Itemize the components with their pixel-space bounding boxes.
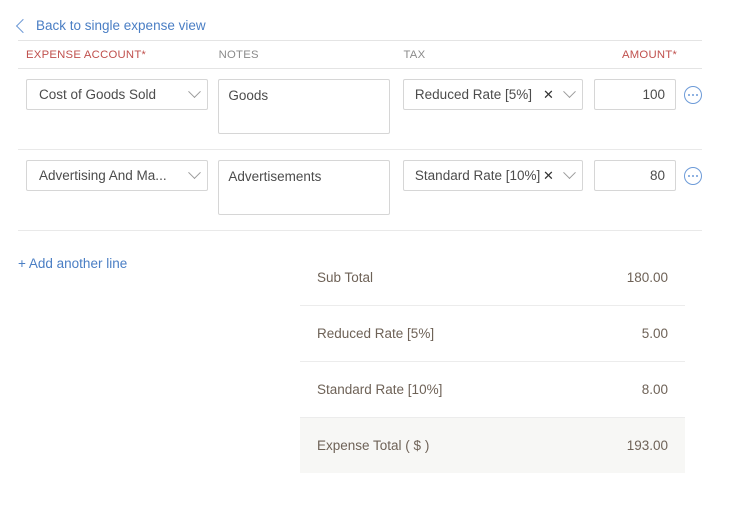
back-bar: Back to single expense view	[0, 0, 744, 26]
total-label: Reduced Rate [5%]	[317, 326, 434, 341]
totals-panel: Sub Total 180.00 Reduced Rate [5%] 5.00 …	[300, 249, 685, 473]
column-header-tax: TAX	[403, 49, 586, 61]
tax-select[interactable]: Reduced Rate [5%] ✕	[403, 79, 583, 110]
required-marker: *	[672, 49, 677, 61]
total-value: 180.00	[627, 270, 668, 285]
tax-select[interactable]: Standard Rate [10%] ✕	[403, 160, 583, 191]
row-options-cell	[676, 79, 702, 104]
column-header-amount: AMOUNT*	[586, 49, 677, 61]
amount-cell	[586, 79, 676, 110]
column-header-notes: NOTES	[219, 49, 404, 61]
total-label: Standard Rate [10%]	[317, 382, 442, 397]
total-value: 5.00	[642, 326, 668, 341]
table-row: Advertising And Ma... Standard Rate [10%…	[18, 150, 702, 230]
back-link-label: Back to single expense view	[36, 19, 206, 33]
expense-account-value: Cost of Goods Sold	[39, 87, 184, 102]
tax-value: Standard Rate [10%]	[415, 168, 541, 183]
column-header-expense-account: EXPENSE ACCOUNT*	[18, 49, 219, 61]
notes-input[interactable]	[218, 160, 390, 215]
total-row-standard-rate: Standard Rate [10%] 8.00	[300, 361, 685, 417]
chevron-left-icon	[16, 19, 30, 33]
amount-input[interactable]	[594, 79, 676, 110]
total-value: 193.00	[627, 438, 668, 453]
chevron-down-icon	[563, 85, 576, 98]
total-label: Sub Total	[317, 270, 373, 285]
required-marker: *	[142, 49, 147, 61]
tax-value: Reduced Rate [5%]	[415, 87, 541, 102]
amount-input[interactable]	[594, 160, 676, 191]
total-row-expense-total: Expense Total ( $ ) 193.00	[300, 417, 685, 473]
add-another-line-button[interactable]: + Add another line	[18, 256, 127, 271]
chevron-down-icon	[188, 85, 201, 98]
expense-account-cell: Advertising And Ma...	[18, 160, 218, 191]
notes-input[interactable]	[218, 79, 390, 134]
row-options-cell	[676, 160, 702, 185]
notes-cell	[218, 160, 403, 220]
expense-account-cell: Cost of Goods Sold	[18, 79, 218, 110]
total-row-sub-total: Sub Total 180.00	[300, 249, 685, 305]
table-header-row: EXPENSE ACCOUNT* NOTES TAX AMOUNT*	[18, 41, 702, 68]
close-icon[interactable]: ✕	[543, 88, 554, 101]
tax-cell: Reduced Rate [5%] ✕	[403, 79, 586, 110]
more-options-icon[interactable]	[684, 86, 702, 104]
amount-cell	[586, 160, 676, 191]
close-icon[interactable]: ✕	[543, 169, 554, 182]
chevron-down-icon	[188, 166, 201, 179]
total-value: 8.00	[642, 382, 668, 397]
total-row-reduced-rate: Reduced Rate [5%] 5.00	[300, 305, 685, 361]
chevron-down-icon	[563, 166, 576, 179]
more-options-icon[interactable]	[684, 167, 702, 185]
total-label: Expense Total ( $ )	[317, 438, 429, 453]
expense-account-select[interactable]: Cost of Goods Sold	[26, 79, 208, 110]
line-items-table: EXPENSE ACCOUNT* NOTES TAX AMOUNT* Cost …	[18, 40, 702, 231]
expense-account-select[interactable]: Advertising And Ma...	[26, 160, 208, 191]
summary-section: + Add another line Sub Total 180.00 Redu…	[0, 249, 744, 473]
add-line-column: + Add another line	[0, 249, 300, 473]
table-bottom-divider	[18, 230, 702, 231]
back-to-single-expense-view-link[interactable]: Back to single expense view	[18, 19, 206, 33]
notes-cell	[218, 79, 403, 139]
table-row: Cost of Goods Sold Reduced Rate [5%] ✕	[18, 69, 702, 149]
tax-cell: Standard Rate [10%] ✕	[403, 160, 586, 191]
expense-account-value: Advertising And Ma...	[39, 168, 184, 183]
